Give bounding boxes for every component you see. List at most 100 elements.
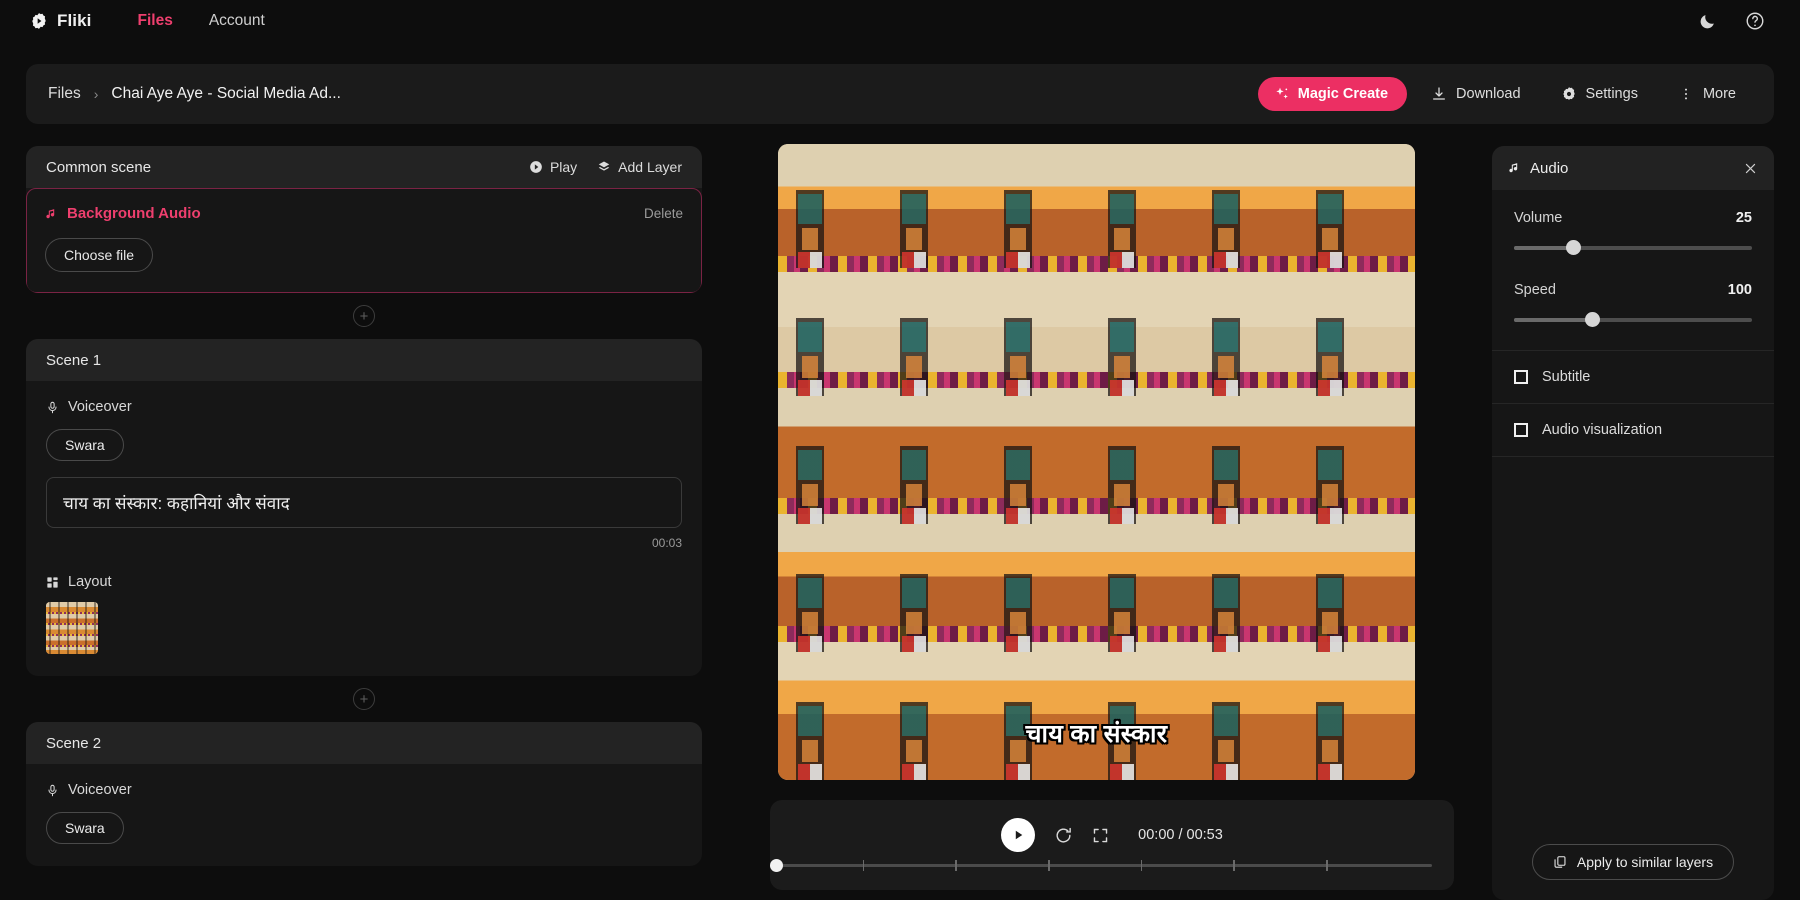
audio-panel-title: Audio (1530, 160, 1568, 177)
volume-slider-fill (1514, 246, 1574, 250)
music-note-icon (1508, 161, 1521, 175)
download-button[interactable]: Download (1415, 77, 1537, 111)
audio-panel-footer: Apply to similar layers (1492, 826, 1774, 900)
background-audio-layer[interactable]: Background Audio Delete Choose file (26, 188, 702, 293)
scrubber-tick (1326, 860, 1328, 871)
add-layer-button[interactable]: Add Layer (597, 159, 682, 175)
player-time-display: 00:00 / 00:53 (1138, 827, 1223, 843)
scene-1-voice-selector[interactable]: Swara (46, 429, 124, 461)
scrubber-tick (1048, 860, 1050, 871)
scene-1-header[interactable]: Scene 1 (26, 339, 702, 381)
fullscreen-icon[interactable] (1092, 827, 1109, 844)
scrubber-tick (1141, 860, 1143, 871)
speed-row: Speed 100 (1514, 282, 1752, 298)
volume-slider-handle[interactable] (1566, 240, 1581, 255)
nav-link-account[interactable]: Account (209, 12, 265, 30)
moon-icon[interactable] (1696, 10, 1718, 32)
breadcrumb-files[interactable]: Files (48, 85, 81, 103)
video-player-controls: 00:00 / 00:53 (770, 800, 1454, 890)
volume-row: Volume 25 (1514, 210, 1752, 226)
project-toolbar: Files › Chai Aye Aye - Social Media Ad..… (26, 64, 1774, 124)
more-label: More (1703, 86, 1736, 102)
preview-caption: चाय का संस्कार (778, 716, 1415, 750)
gear-icon (1561, 86, 1577, 102)
scene-2-voice-selector[interactable]: Swara (46, 812, 124, 844)
player-buttons: 00:00 / 00:53 (770, 800, 1454, 852)
scene-2-voiceover-label: Voiceover (68, 782, 132, 798)
common-scene-title: Common scene (46, 159, 151, 176)
scene-1-voiceover-label: Voiceover (68, 399, 132, 415)
audio-sliders-section: Volume 25 Speed 100 (1492, 190, 1774, 351)
speed-slider-handle[interactable] (1585, 312, 1600, 327)
scene-1-script-input[interactable]: चाय का संस्कार: कहानियां और संवाद (46, 477, 682, 528)
volume-slider[interactable] (1514, 240, 1752, 256)
magic-create-label: Magic Create (1298, 86, 1388, 102)
speed-label: Speed (1514, 282, 1556, 298)
scrubber-tick (955, 860, 957, 871)
close-icon[interactable] (1743, 161, 1758, 176)
grid-icon (46, 576, 59, 589)
speed-value: 100 (1728, 282, 1752, 298)
scene-1-title: Scene 1 (46, 352, 101, 369)
scrubber-tick (1233, 860, 1235, 871)
settings-button[interactable]: Settings (1545, 77, 1654, 111)
settings-label: Settings (1586, 86, 1638, 102)
choose-file-button[interactable]: Choose file (45, 238, 153, 272)
audio-visualization-checkbox-row[interactable]: Audio visualization (1492, 404, 1774, 457)
player-scrubber[interactable] (770, 858, 1432, 872)
download-label: Download (1456, 86, 1521, 102)
microphone-icon (46, 400, 59, 415)
add-scene-row-2: + (26, 676, 702, 722)
subtitle-checkbox[interactable] (1514, 370, 1528, 384)
app-root: Fliki Files Account Files › Chai (0, 0, 1800, 900)
help-circle-icon[interactable] (1744, 10, 1766, 32)
speed-slider[interactable] (1514, 312, 1752, 328)
audio-visualization-checkbox[interactable] (1514, 423, 1528, 437)
play-icon (1012, 828, 1025, 842)
top-navigation-bar: Fliki Files Account (0, 0, 1800, 42)
background-audio-title: Background Audio (45, 205, 201, 222)
scene-2-voiceover-label-row: Voiceover (46, 782, 682, 798)
subtitle-label: Subtitle (1542, 369, 1590, 385)
nav-link-files[interactable]: Files (138, 12, 173, 30)
audio-visualization-label: Audio visualization (1542, 422, 1662, 438)
brand-name: Fliki (57, 11, 92, 31)
brand-logo[interactable]: Fliki (30, 11, 92, 31)
music-note-icon (45, 207, 58, 221)
breadcrumb-current-project[interactable]: Chai Aye Aye - Social Media Ad... (111, 85, 340, 103)
more-button[interactable]: More (1662, 77, 1752, 111)
audio-panel-header: Audio (1492, 146, 1774, 190)
common-scene-actions: Play Add Layer (529, 159, 682, 175)
restart-icon[interactable] (1054, 826, 1073, 845)
breadcrumb-separator: › (94, 86, 99, 102)
plus-circle-icon[interactable]: + (353, 305, 375, 327)
video-preview[interactable]: चाय का संस्कार (778, 144, 1415, 780)
magic-create-button[interactable]: Magic Create (1258, 77, 1407, 111)
scene-2-header[interactable]: Scene 2 (26, 722, 702, 764)
apply-to-similar-layers-button[interactable]: Apply to similar layers (1532, 844, 1734, 880)
scenes-sidebar[interactable]: Common scene Play (26, 146, 702, 900)
volume-value: 25 (1736, 210, 1752, 226)
apply-label: Apply to similar layers (1577, 854, 1713, 870)
toolbar-actions: Magic Create Download Settings (1258, 77, 1752, 111)
scene-1-layout-thumbnail[interactable] (46, 602, 98, 654)
scene-1-duration: 00:03 (46, 536, 682, 550)
copy-icon (1553, 855, 1567, 869)
play-button[interactable] (1001, 818, 1035, 852)
add-scene-row-1: + (26, 293, 702, 339)
audio-properties-panel: Audio Volume 25 Speed 100 (1492, 146, 1774, 900)
scene-card-1: Scene 1 Voiceover Swara चाय का संस्कार: … (26, 339, 702, 676)
gear-play-icon (30, 12, 48, 30)
scrubber-handle[interactable] (770, 859, 783, 872)
subtitle-checkbox-row[interactable]: Subtitle (1492, 351, 1774, 404)
top-nav-right-actions (1696, 10, 1778, 32)
common-scene-card: Common scene Play (26, 146, 702, 293)
common-scene-play-button[interactable]: Play (529, 159, 577, 175)
scene-card-2: Scene 2 Voiceover Swara (26, 722, 702, 866)
background-audio-delete-button[interactable]: Delete (644, 206, 683, 221)
download-icon (1431, 86, 1447, 102)
plus-circle-icon[interactable]: + (353, 688, 375, 710)
common-scene-header: Common scene Play (26, 146, 702, 188)
play-label: Play (550, 159, 577, 175)
volume-label: Volume (1514, 210, 1562, 226)
